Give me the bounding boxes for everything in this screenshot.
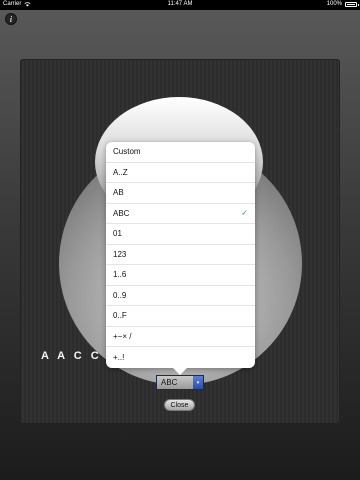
option-1-6[interactable]: 1..6 [106, 265, 255, 286]
battery-icon [345, 1, 359, 7]
info-button[interactable]: i [5, 13, 17, 25]
option-label: 01 [113, 229, 122, 239]
option-label: 1..6 [113, 270, 127, 280]
option-01[interactable]: 01 [106, 224, 255, 245]
status-right: 100% [326, 1, 359, 7]
option-a-z[interactable]: A..Z [106, 163, 255, 183]
option-label: 123 [113, 249, 127, 259]
option-select[interactable]: ABC ▾ [156, 375, 204, 390]
option-custom[interactable]: Custom [106, 142, 255, 163]
option-ab[interactable]: AB [106, 183, 255, 204]
option-123[interactable]: 123 [106, 245, 255, 265]
option-0-f[interactable]: 0..F [106, 306, 255, 327]
chevron-down-icon: ▾ [193, 376, 203, 389]
status-time: 11:47 AM [167, 1, 193, 7]
option-label: Custom [113, 147, 141, 157]
option-label: ABC [113, 208, 130, 218]
option-label: A..Z [113, 167, 128, 177]
option-label: AB [113, 188, 124, 198]
option-symbols[interactable]: +..! [106, 347, 255, 368]
option-label: 0..F [113, 311, 127, 321]
select-value: ABC [161, 378, 178, 387]
options-popover: Custom A..Z AB ABC ✓ 01 123 1..6 0..9 0.… [106, 142, 255, 368]
battery-percent: 100% [326, 1, 342, 7]
status-bar: Carrier 11:47 AM 100% [0, 0, 360, 10]
close-button[interactable]: Close [164, 399, 195, 411]
option-label: 0..9 [113, 290, 127, 300]
option-label: +−× / [113, 331, 132, 341]
option-abc[interactable]: ABC ✓ [106, 204, 255, 224]
popover-arrow [172, 367, 188, 375]
option-operators[interactable]: +−× / [106, 327, 255, 347]
checkmark-icon: ✓ [241, 208, 248, 218]
option-label: +..! [113, 352, 125, 362]
option-0-9[interactable]: 0..9 [106, 286, 255, 306]
